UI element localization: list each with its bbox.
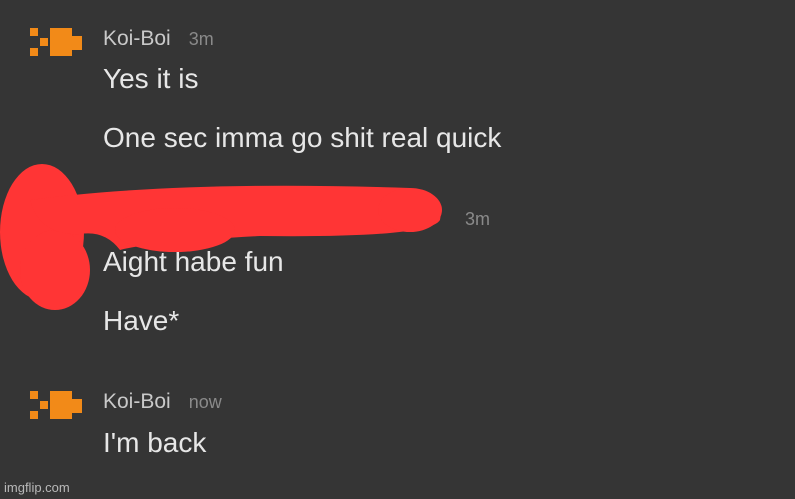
username[interactable]: Koi-Boi [103,27,171,50]
timestamp: 3m [465,209,491,229]
message-text: Yes it is [103,63,199,94]
timestamp: 3m [188,29,214,49]
red-redaction-scribble [0,160,460,320]
user-avatar[interactable] [30,389,82,423]
orange-pixel-fish-icon [30,28,82,56]
chat-log: Koi-Boi 3m Yes it is One sec imma go shit… [0,0,795,499]
timestamp: now [188,392,222,412]
message-header: Koi-Boi now [103,390,222,414]
message-header: Koi-Boi 3m [103,27,214,51]
message-text: One sec imma go shit real quick [103,122,502,153]
username[interactable]: Koi-Boi [103,390,171,413]
user-avatar[interactable] [30,26,82,60]
message-text: I'm back [103,427,207,458]
orange-pixel-fish-icon [30,391,82,419]
imgflip-watermark: imgflip.com [4,480,70,495]
